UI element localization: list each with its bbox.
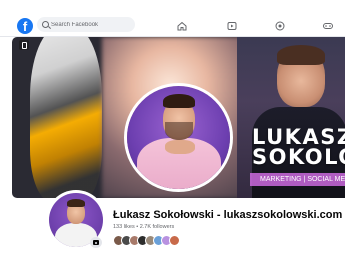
cover-title: LUKASZ SOKOLO xyxy=(252,125,345,169)
camera-icon[interactable] xyxy=(90,237,102,248)
search-input[interactable] xyxy=(51,18,131,31)
cover-decorative-object xyxy=(30,37,102,198)
cover-portrait-beard xyxy=(165,122,193,140)
cover-portrait-hair xyxy=(163,94,195,108)
home-icon[interactable] xyxy=(176,19,188,31)
gaming-icon[interactable] xyxy=(322,19,334,31)
search-box[interactable] xyxy=(37,17,135,32)
cover-title-line-1: LUKASZ xyxy=(252,125,345,149)
top-navigation-bar: f xyxy=(0,0,345,37)
cover-portrait xyxy=(127,86,230,189)
page-title: Łukasz Sokołowski - lukaszsokolowski.com xyxy=(113,209,343,221)
facebook-logo[interactable]: f xyxy=(17,18,33,34)
search-icon xyxy=(42,21,49,28)
cover-speaker-hair xyxy=(277,45,325,65)
video-icon[interactable] xyxy=(226,19,238,31)
cover-edit-icon[interactable] xyxy=(19,40,29,50)
page-stats[interactable]: 133 likes • 2.7K followers xyxy=(113,224,174,230)
marketplace-icon[interactable] xyxy=(274,19,286,31)
avatar-hair xyxy=(67,199,85,207)
cover-portrait-hands xyxy=(165,140,195,154)
follower-avatar[interactable] xyxy=(169,235,180,246)
cover-subtitle: MARKETING | SOCIAL ME xyxy=(250,173,345,186)
cover-title-line-2: SOKOLO xyxy=(252,145,345,169)
